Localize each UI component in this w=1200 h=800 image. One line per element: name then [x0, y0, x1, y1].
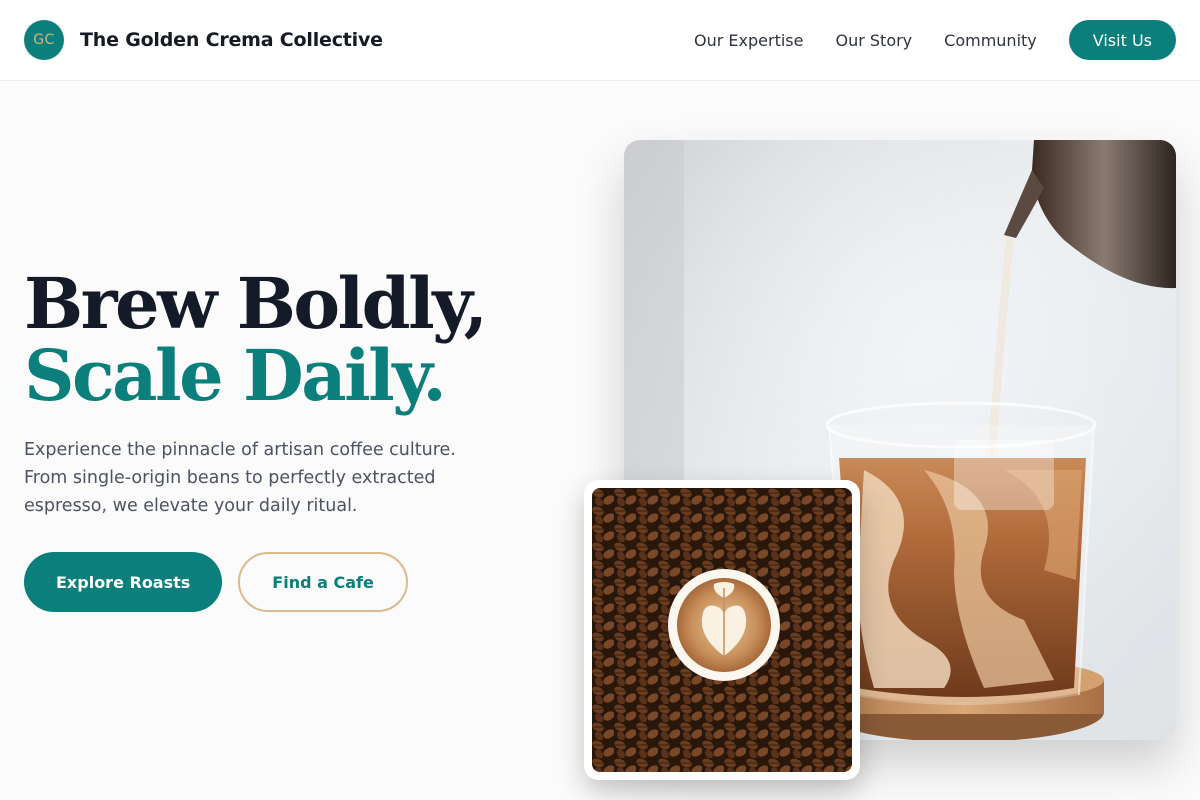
nav-community[interactable]: Community — [944, 31, 1037, 50]
brand-name[interactable]: The Golden Crema Collective — [80, 29, 383, 51]
hero-cta-row: Explore Roasts Find a Cafe — [24, 552, 408, 612]
explore-roasts-button[interactable]: Explore Roasts — [24, 552, 223, 612]
hero-title: Brew Boldly, Scale Daily. — [24, 262, 488, 417]
hero-title-line1: Brew Boldly, — [24, 262, 488, 345]
site-header: GC The Golden Crema Collective Our Exper… — [0, 0, 1200, 81]
hero-subtitle: Experience the pinnacle of artisan coffe… — [24, 440, 456, 516]
main-nav: Our Expertise Our Story Community Visit … — [694, 20, 1176, 60]
nav-our-story[interactable]: Our Story — [835, 31, 912, 50]
hero-title-line2: Scale Daily. — [24, 334, 447, 417]
latte-art-photo — [592, 488, 852, 772]
latte-on-beans-illustration — [592, 488, 852, 772]
find-a-cafe-button[interactable]: Find a Cafe — [238, 552, 408, 612]
visit-us-button[interactable]: Visit Us — [1068, 20, 1176, 60]
logo-badge[interactable]: GC — [24, 20, 64, 60]
brand[interactable]: GC The Golden Crema Collective — [24, 20, 383, 60]
inset-photo-card — [584, 480, 860, 780]
nav-our-expertise[interactable]: Our Expertise — [694, 31, 803, 50]
